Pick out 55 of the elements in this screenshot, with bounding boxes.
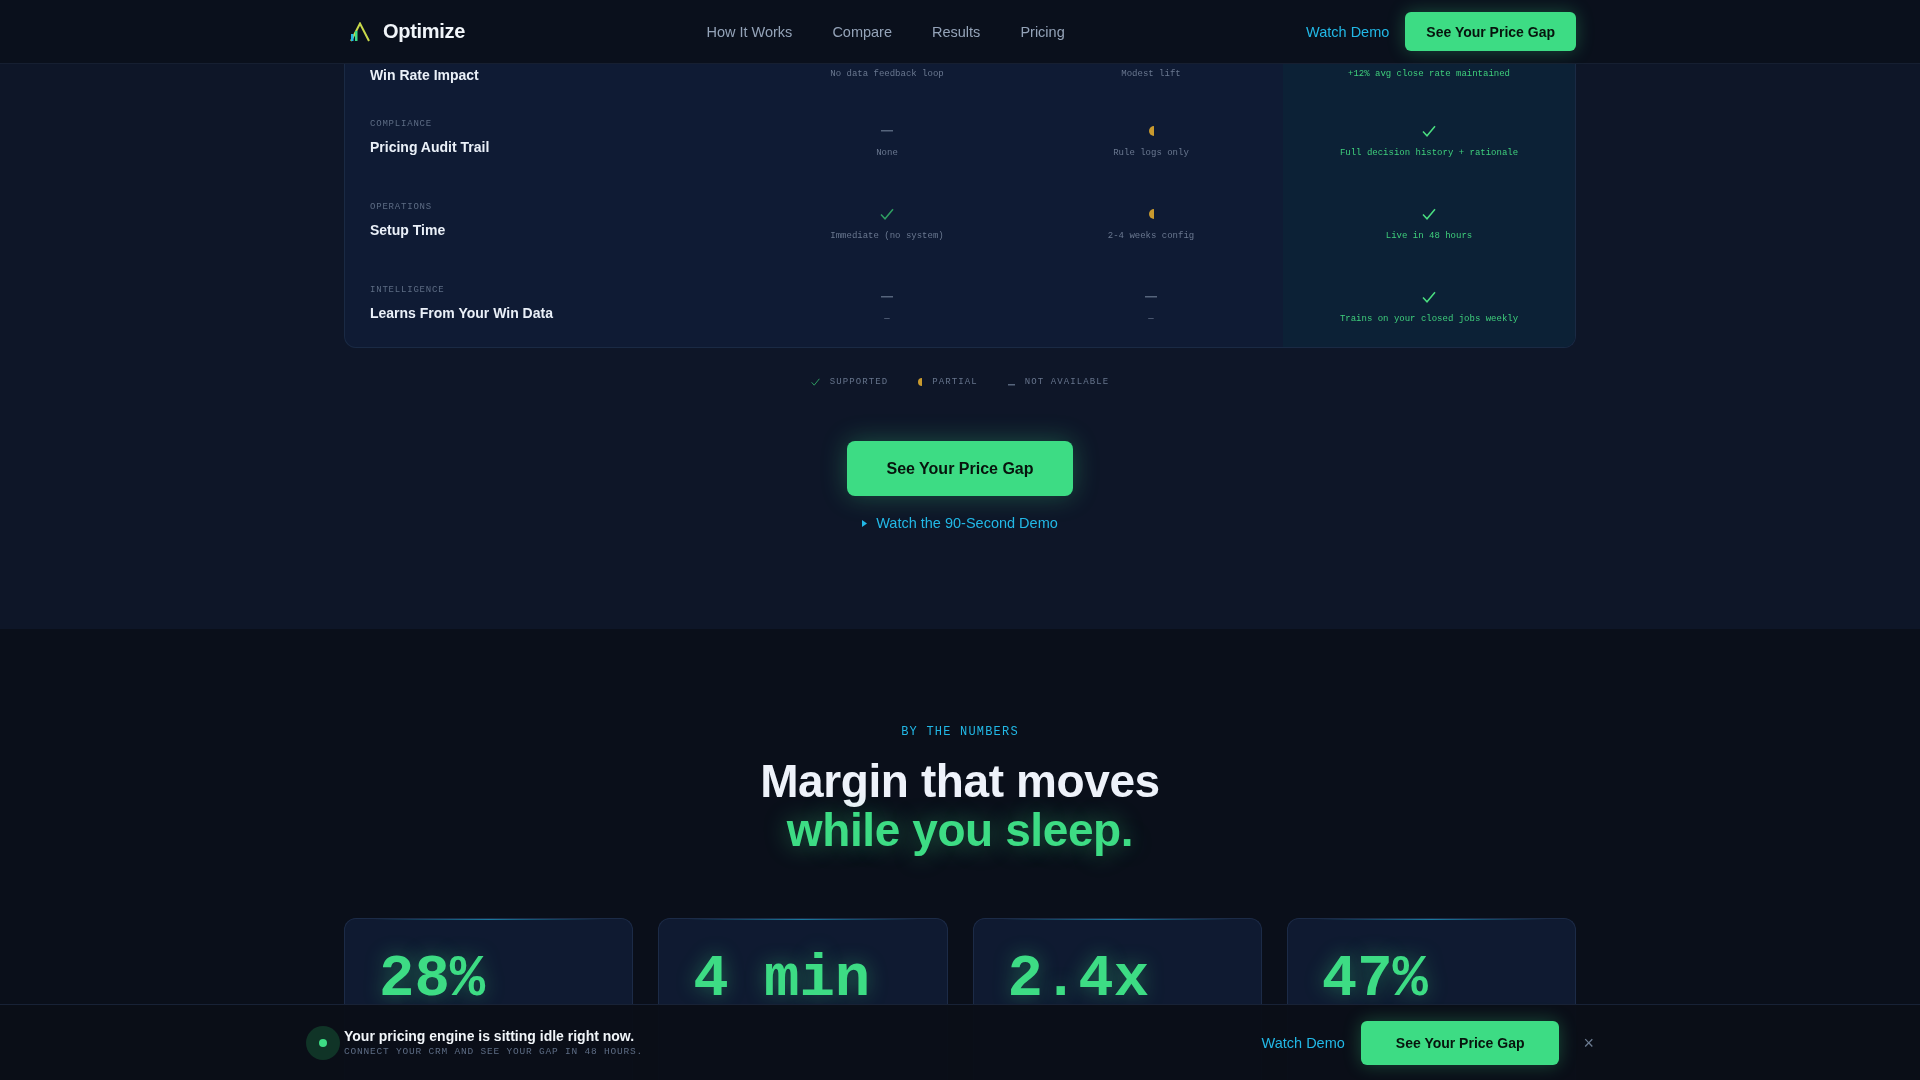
cell-note: Full decision history + rationale	[1339, 147, 1519, 159]
stat-value: 47%	[1321, 946, 1428, 1013]
section-eyebrow: BY THE NUMBERS	[901, 725, 1019, 740]
nav-link[interactable]: How It Works	[706, 23, 793, 40]
bar-message: Your pricing engine is sitting idle right now.	[344, 1027, 636, 1045]
row-category: COMPLIANCE	[370, 118, 432, 130]
dash-icon	[881, 130, 893, 132]
row-title: Pricing Audit Trail	[370, 138, 490, 156]
nav-link[interactable]: Pricing	[1020, 23, 1065, 40]
cell-note: No data feedback loop	[830, 68, 944, 80]
bar-subtext: CONNECT YOUR CRM AND SEE YOUR GAP IN 48 HOURS.	[344, 1045, 644, 1058]
stat-value: 4 min	[693, 946, 871, 1013]
cell-note: Rule logs only	[1113, 147, 1189, 159]
row-title: Win Rate Impact	[370, 66, 479, 84]
legend-label: NOT AVAILABLE	[1024, 376, 1110, 389]
status-dot-icon	[306, 1025, 340, 1060]
brand-name: Optimize	[383, 20, 466, 43]
watch-demo-link[interactable]: Watch Demo	[1306, 23, 1390, 40]
section-heading-accent: while you sleep.	[786, 806, 1134, 855]
nav-link[interactable]: Results	[932, 23, 981, 40]
price-gap-button[interactable]: See Your Price Gap	[847, 441, 1073, 496]
logo-icon	[348, 21, 370, 42]
check-icon	[880, 208, 894, 220]
nav-link[interactable]: Compare	[832, 23, 892, 40]
cell-note: Immediate (no system)	[830, 230, 944, 242]
watch-demo-link[interactable]: Watch the 90-Second Demo	[876, 514, 1058, 532]
cell-note: Trains on your closed jobs weekly	[1339, 313, 1519, 325]
cell-note: +12% avg close rate maintained	[1348, 68, 1510, 80]
close-button[interactable]: ×	[1583, 1032, 1594, 1053]
stat-value: 2.4x	[1007, 946, 1150, 1013]
cell-note: Live in 48 hours	[1385, 230, 1473, 242]
cell-note: —	[1148, 313, 1154, 325]
dash-icon	[1007, 384, 1015, 386]
legend-label: SUPPORTED	[829, 376, 889, 389]
stat-value: 28%	[379, 946, 486, 1013]
cell-note: None	[876, 147, 898, 159]
price-gap-button[interactable]: See Your Price Gap	[1405, 12, 1576, 51]
section-heading: Margin that moves	[760, 757, 1160, 806]
check-icon	[1422, 125, 1436, 137]
check-icon	[1422, 208, 1436, 220]
check-icon	[810, 378, 820, 386]
cell-note: Modest lift	[1121, 68, 1181, 80]
dash-icon	[1145, 296, 1157, 298]
legend-label: PARTIAL	[932, 376, 978, 389]
cell-note: 2-4 weeks config	[1107, 230, 1195, 242]
dash-icon	[881, 296, 893, 298]
row-title: Learns From Your Win Data	[370, 304, 553, 322]
price-gap-button[interactable]: See Your Price Gap	[1360, 1020, 1560, 1065]
row-category: INTELLIGENCE	[370, 284, 445, 296]
play-icon	[862, 519, 868, 527]
row-title: Setup Time	[370, 221, 446, 239]
row-category: OPERATIONS	[370, 201, 432, 213]
watch-demo-link[interactable]: Watch Demo	[1261, 1034, 1345, 1051]
cell-note: —	[884, 313, 890, 325]
check-icon	[1422, 291, 1436, 303]
